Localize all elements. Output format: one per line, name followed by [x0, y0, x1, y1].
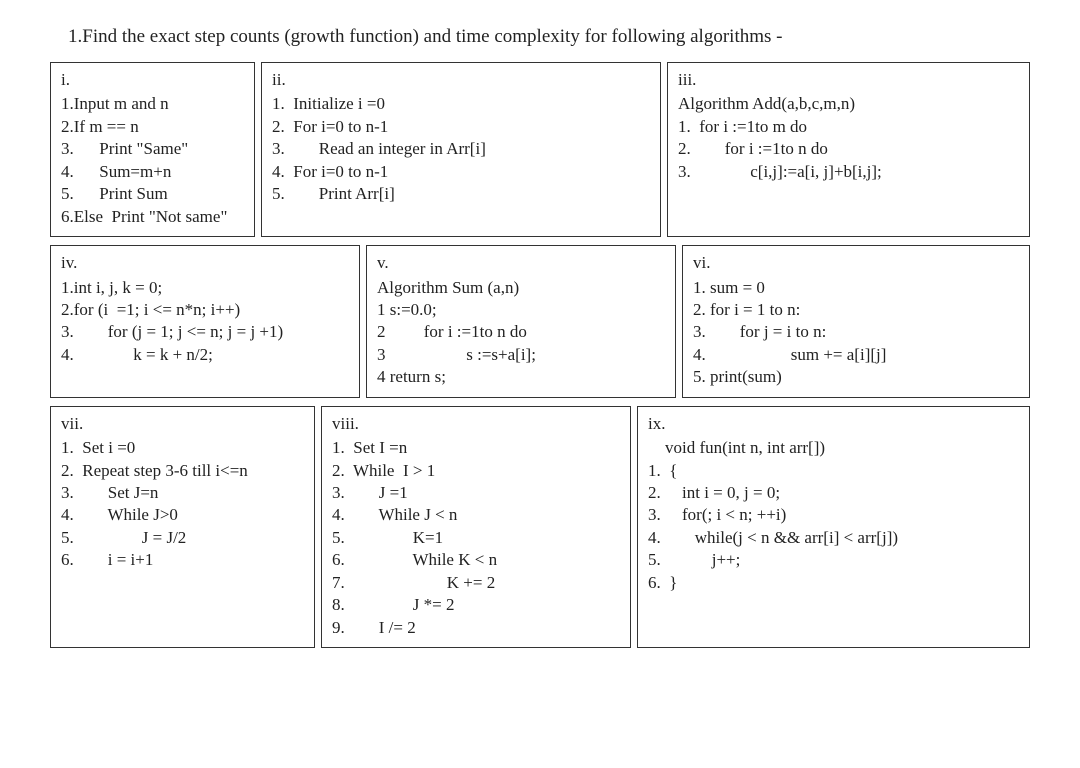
box-iii-label: iii.: [678, 69, 1019, 91]
box-vi: vi. 1. sum = 0 2. for i = 1 to n: 3. for…: [682, 245, 1030, 398]
box-ix: ix. void fun(int n, int arr[]) 1. { 2. i…: [637, 406, 1030, 648]
box-iv: iv. 1.int i, j, k = 0; 2.for (i =1; i <=…: [50, 245, 360, 398]
box-ii-code: 1. Initialize i =0 2. For i=0 to n-1 3. …: [272, 93, 650, 205]
box-v-code: Algorithm Sum (a,n) 1 s:=0.0; 2 for i :=…: [377, 277, 665, 389]
row-3: vii. 1. Set i =0 2. Repeat step 3-6 till…: [50, 406, 1030, 648]
box-iv-label: iv.: [61, 252, 349, 274]
box-ii: ii. 1. Initialize i =0 2. For i=0 to n-1…: [261, 62, 661, 237]
box-i-code: 1.Input m and n 2.If m == n 3. Print "Sa…: [61, 93, 244, 228]
row-1: i. 1.Input m and n 2.If m == n 3. Print …: [50, 62, 1030, 237]
box-v: v. Algorithm Sum (a,n) 1 s:=0.0; 2 for i…: [366, 245, 676, 398]
box-viii-label: viii.: [332, 413, 620, 435]
box-ix-code: void fun(int n, int arr[]) 1. { 2. int i…: [648, 437, 1019, 594]
box-vii: vii. 1. Set i =0 2. Repeat step 3-6 till…: [50, 406, 315, 648]
box-i: i. 1.Input m and n 2.If m == n 3. Print …: [50, 62, 255, 237]
row-2: iv. 1.int i, j, k = 0; 2.for (i =1; i <=…: [50, 245, 1030, 398]
box-iii-code: Algorithm Add(a,b,c,m,n) 1. for i :=1to …: [678, 93, 1019, 183]
page-title: 1.Find the exact step counts (growth fun…: [68, 26, 1030, 48]
box-v-label: v.: [377, 252, 665, 274]
box-viii: viii. 1. Set I =n 2. While I > 1 3. J =1…: [321, 406, 631, 648]
box-vi-code: 1. sum = 0 2. for i = 1 to n: 3. for j =…: [693, 277, 1019, 389]
box-ix-label: ix.: [648, 413, 1019, 435]
box-viii-code: 1. Set I =n 2. While I > 1 3. J =1 4. Wh…: [332, 437, 620, 639]
box-iii: iii. Algorithm Add(a,b,c,m,n) 1. for i :…: [667, 62, 1030, 237]
box-iv-code: 1.int i, j, k = 0; 2.for (i =1; i <= n*n…: [61, 277, 349, 367]
box-ii-label: ii.: [272, 69, 650, 91]
box-i-label: i.: [61, 69, 244, 91]
box-vi-label: vi.: [693, 252, 1019, 274]
box-vii-label: vii.: [61, 413, 304, 435]
box-vii-code: 1. Set i =0 2. Repeat step 3-6 till i<=n…: [61, 437, 304, 572]
